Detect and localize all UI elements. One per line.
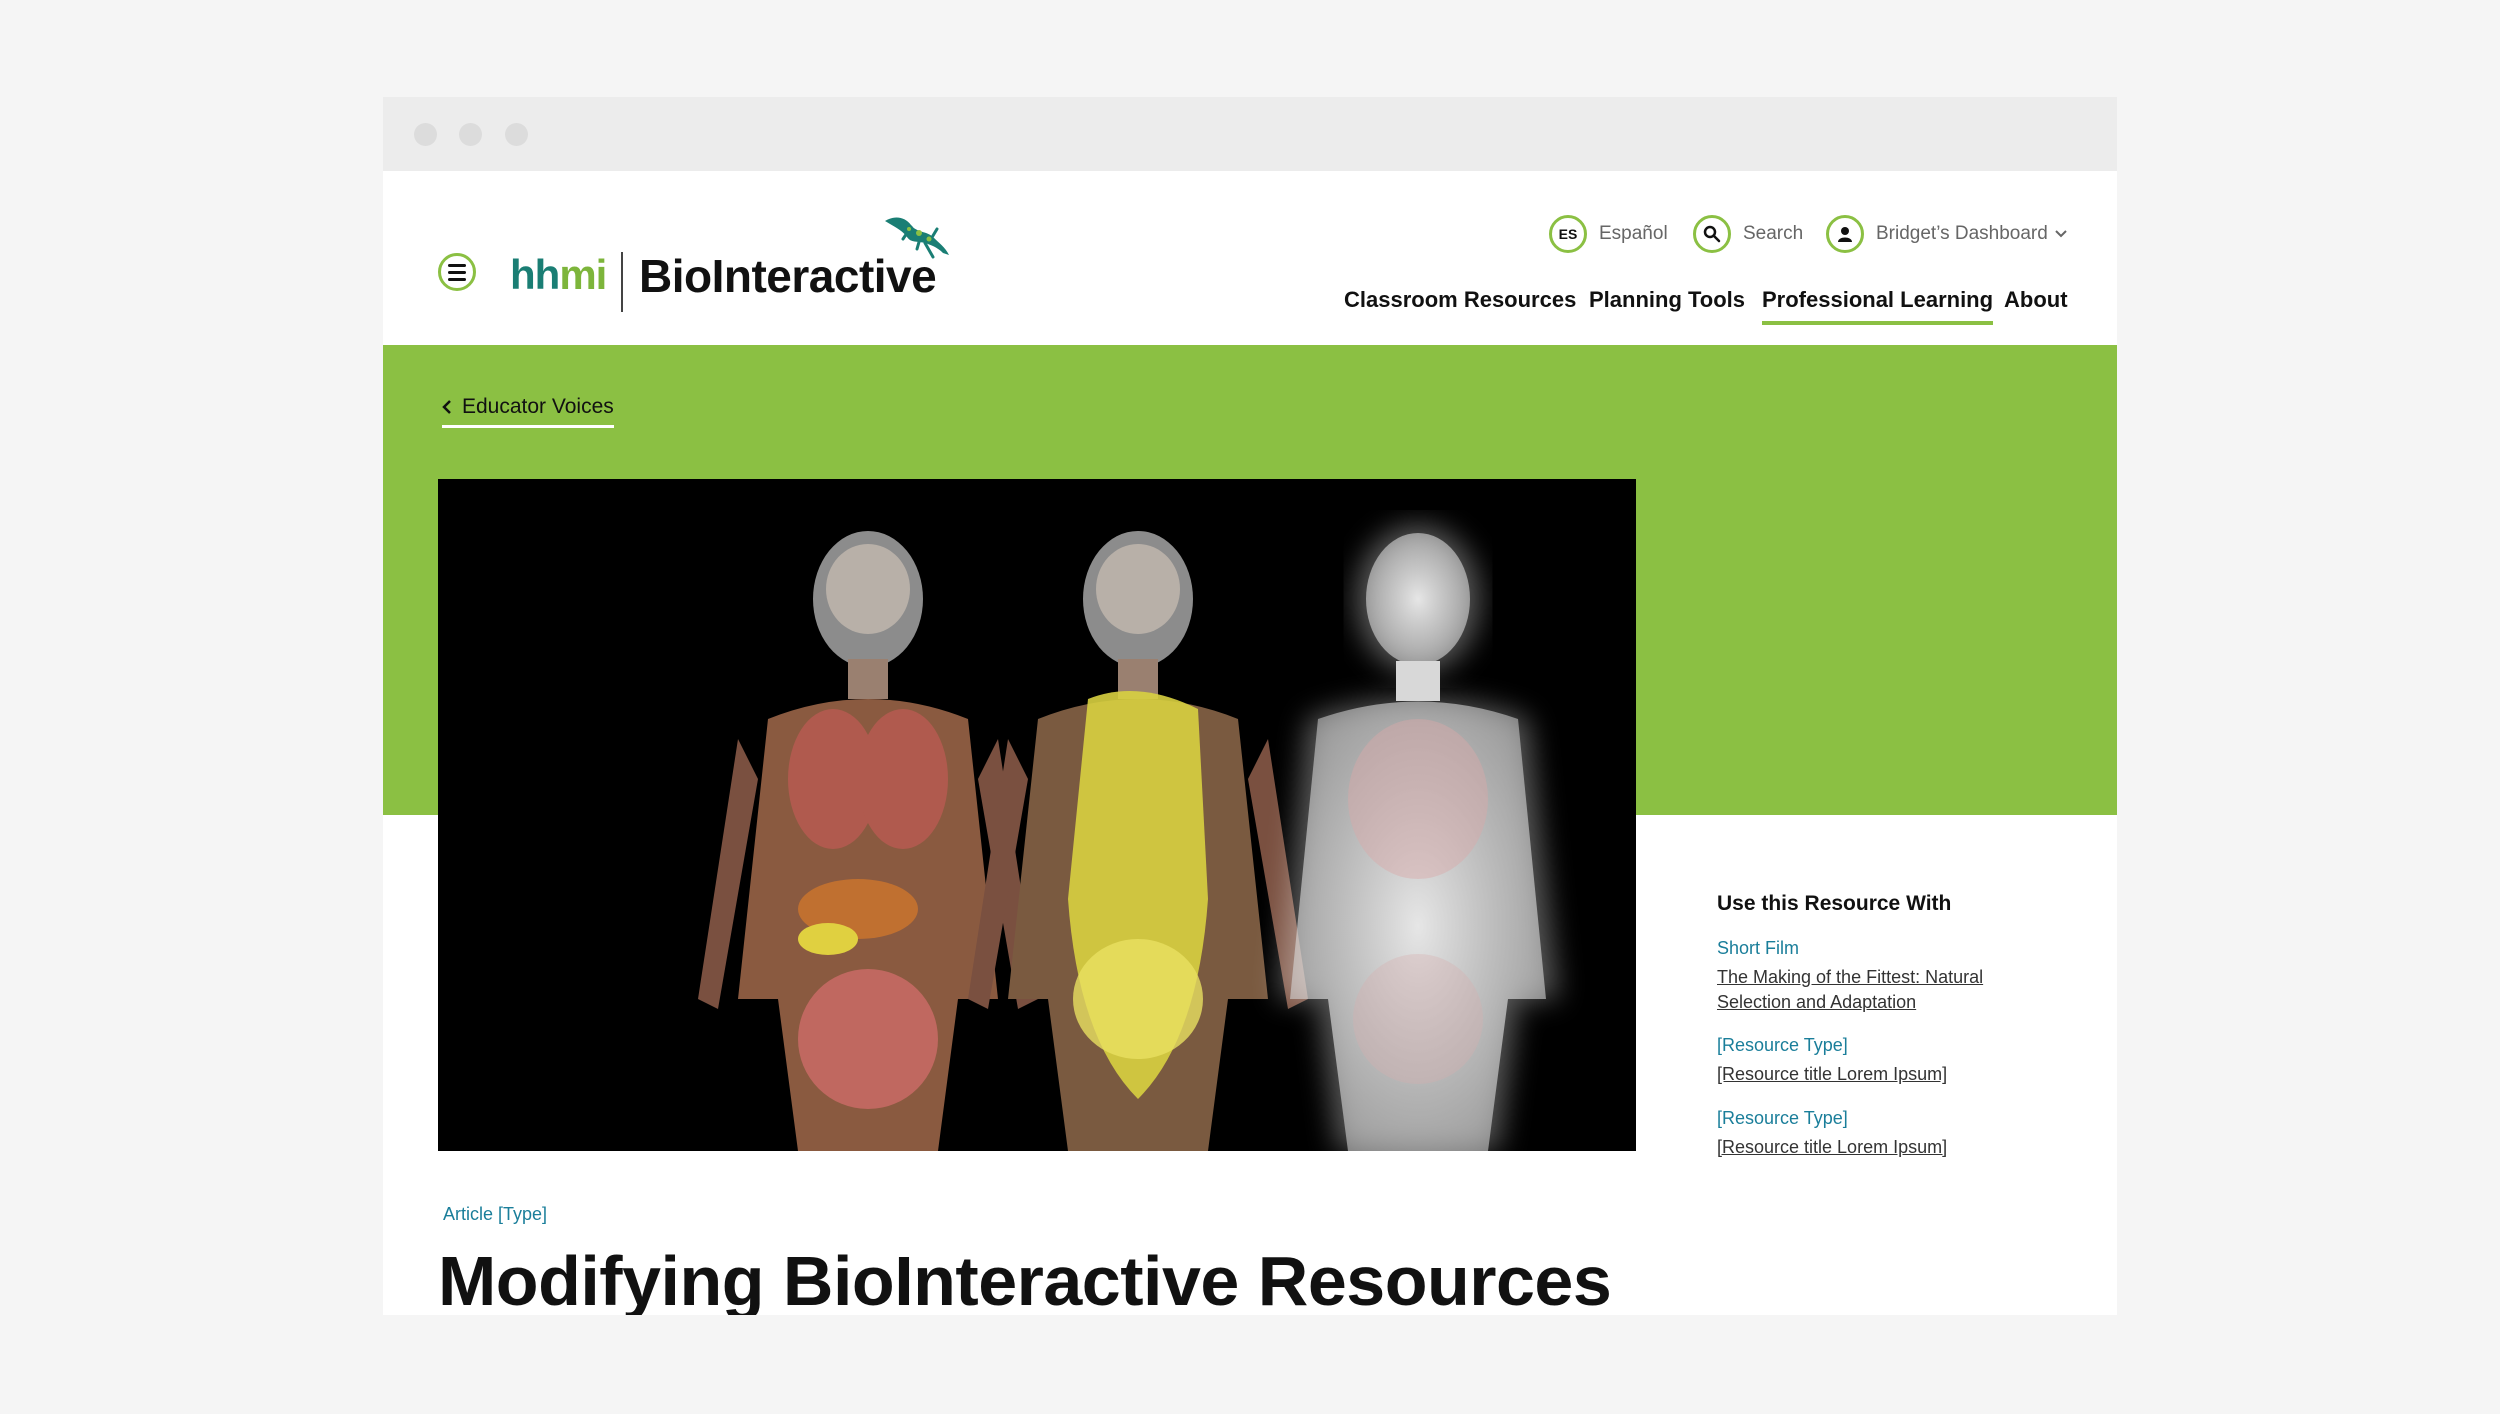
nav-professional-learning[interactable]: Professional Learning — [1762, 287, 1994, 325]
related-resource-link[interactable]: [Resource title Lorem Ipsum] — [1717, 1135, 2057, 1160]
related-resource-type[interactable]: [Resource Type] — [1717, 1035, 2057, 1056]
window-maximize-dot[interactable] — [505, 123, 528, 146]
article-type-label: Article [Type] — [443, 1204, 548, 1224]
browser-window: hhmi BioInteractive ES Español Search Br… — [383, 97, 2117, 1315]
chevron-down-icon — [2055, 230, 2067, 238]
related-resource-item: [Resource Type] [Resource title Lorem Ip… — [1717, 1035, 2057, 1087]
breadcrumb-back-link[interactable]: Educator Voices — [442, 395, 614, 428]
user-icon — [1826, 215, 1864, 253]
language-toggle[interactable]: ES Español — [1549, 215, 1668, 253]
sidebar-title: Use this Resource With — [1717, 892, 1952, 915]
anatomy-figure-right — [1278, 525, 1558, 1151]
dashboard-label: Bridget’s Dashboard — [1876, 223, 2048, 244]
related-resource-item: [Resource Type] [Resource title Lorem Ip… — [1717, 1108, 2057, 1160]
browser-titlebar — [383, 97, 2117, 171]
hamburger-menu-button[interactable] — [438, 253, 476, 291]
anatomy-figure-left — [698, 531, 1038, 1151]
related-resource-item: Short Film The Making of the Fittest: Na… — [1717, 938, 2057, 1015]
nav-about[interactable]: About — [2004, 287, 2068, 321]
anatomy-illustration — [698, 525, 1558, 1151]
window-close-dot[interactable] — [414, 123, 437, 146]
search-icon — [1693, 215, 1731, 253]
anatomy-figure-middle — [968, 531, 1308, 1151]
chevron-left-icon — [442, 400, 451, 414]
hero-image — [438, 479, 1636, 1151]
breadcrumb-label: Educator Voices — [462, 395, 614, 418]
lizard-logo-icon — [885, 217, 949, 259]
nav-classroom-resources[interactable]: Classroom Resources — [1344, 287, 1576, 321]
logo-divider — [621, 252, 623, 312]
related-resource-link[interactable]: [Resource title Lorem Ipsum] — [1717, 1062, 2057, 1087]
window-minimize-dot[interactable] — [459, 123, 482, 146]
search-label: Search — [1743, 223, 1804, 244]
related-resources-sidebar: Use this Resource With Short Film The Ma… — [1717, 892, 2057, 1180]
article-title: Modifying BioInteractive Resources — [438, 1242, 1612, 1315]
related-resource-link[interactable]: The Making of the Fittest: Natural Selec… — [1717, 965, 2057, 1015]
nav-planning-tools[interactable]: Planning Tools — [1589, 287, 1745, 321]
related-resource-type[interactable]: [Resource Type] — [1717, 1108, 2057, 1129]
related-resource-type[interactable]: Short Film — [1717, 938, 2057, 959]
site-header: hhmi BioInteractive ES Español Search Br… — [383, 171, 2117, 345]
dashboard-menu[interactable]: Bridget’s Dashboard — [1826, 215, 2068, 253]
language-label: Español — [1599, 223, 1668, 244]
search-button[interactable]: Search — [1693, 215, 1803, 253]
hhmi-logo-part1: hh — [510, 251, 560, 298]
language-badge: ES — [1549, 215, 1587, 253]
hhmi-logo-part2: mi — [559, 251, 607, 298]
hhmi-logo[interactable]: hhmi — [510, 251, 607, 299]
